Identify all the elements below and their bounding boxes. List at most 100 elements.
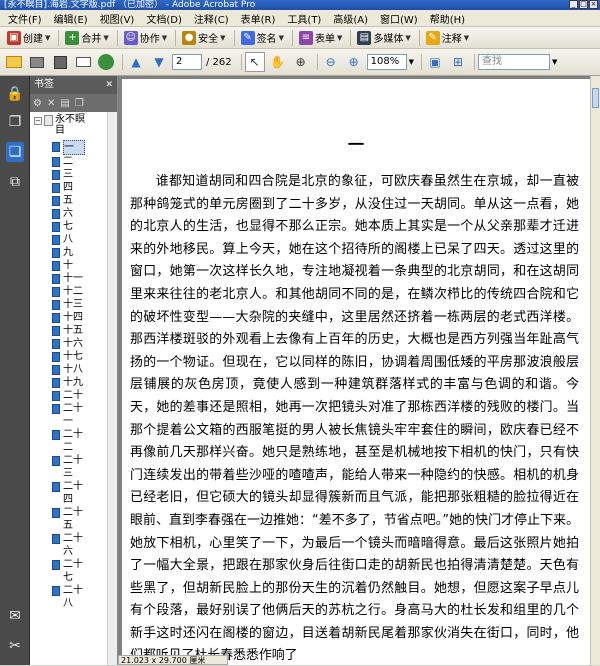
zoom-level-select[interactable]: 108%	[366, 54, 407, 70]
combine-button[interactable]: + 合并 ▼	[62, 28, 111, 48]
bookmark-item[interactable]: 十九	[30, 376, 117, 389]
save-icon[interactable]	[50, 52, 70, 72]
bookmark-item[interactable]: 二十六	[30, 532, 117, 558]
bookmark-item[interactable]: 十五	[30, 324, 117, 337]
collapse-icon[interactable]: −	[34, 117, 42, 125]
bookmark-item[interactable]: 二十五	[30, 506, 117, 532]
menu-comments[interactable]: 注释(C)	[188, 11, 235, 26]
bookmark-label: 十九	[63, 377, 83, 388]
bookmark-item[interactable]: 十八	[30, 363, 117, 376]
multimedia-button[interactable]: ▤ 多媒体 ▼	[354, 28, 413, 48]
next-page-icon[interactable]: ▼	[149, 52, 169, 72]
bookmark-label: 十七	[63, 351, 83, 362]
open-folder-icon[interactable]	[4, 52, 24, 72]
comment-button[interactable]: ✎ 注释 ▼	[423, 28, 472, 48]
bookmark-item[interactable]: 二十二	[30, 428, 117, 454]
bookmark-root[interactable]: − 永不瞑目	[30, 114, 117, 140]
bookmark-item[interactable]: 十六	[30, 337, 117, 350]
options-icon[interactable]: ⚙	[33, 98, 42, 109]
bookmarks-icon[interactable]: ❏	[6, 142, 24, 162]
select-cursor-icon[interactable]: ↖	[244, 52, 265, 72]
bookmark-item[interactable]: 十	[30, 259, 117, 272]
bookmark-item[interactable]: 八	[30, 233, 117, 246]
print-icon[interactable]	[27, 52, 47, 72]
bookmark-item[interactable]: 六	[30, 207, 117, 220]
delete-icon[interactable]: ✕	[47, 98, 55, 109]
bookmark-item[interactable]: 二十四	[30, 480, 117, 506]
new-bookmark-icon[interactable]: ▤	[60, 98, 69, 109]
bookmarks-scrollbar[interactable]	[107, 112, 117, 665]
collaborate-button[interactable]: ☺ 协作 ▼	[121, 28, 170, 48]
create-button[interactable]: ▣ 创建 ▼	[4, 28, 53, 48]
toolbar-separator	[421, 54, 423, 70]
bookmark-label: 九	[63, 247, 73, 258]
page-number-input[interactable]: 2	[172, 54, 202, 70]
bookmark-icon	[52, 274, 60, 284]
bookmark-item[interactable]: 七	[30, 220, 117, 233]
close-icon[interactable]: ✕	[105, 76, 113, 94]
scrollbar-thumb[interactable]	[592, 88, 599, 108]
previous-page-icon[interactable]: ▲	[126, 52, 146, 72]
zoom-out-icon[interactable]: ⊖	[321, 52, 341, 72]
bookmark-item[interactable]: 十三	[30, 298, 117, 311]
minimize-button[interactable]: _	[569, 0, 578, 9]
attachment-icon[interactable]: ✂	[6, 636, 24, 656]
fit-page-icon[interactable]: ▣	[425, 52, 445, 72]
bookmark-icon	[52, 534, 60, 544]
bookmark-item[interactable]: 九	[30, 246, 117, 259]
secure-button[interactable]: ● 安全 ▼	[179, 28, 228, 48]
sign-button[interactable]: ✎ 签名 ▼	[238, 28, 287, 48]
zoom-in-icon[interactable]: ⊕	[344, 52, 364, 72]
bookmark-item[interactable]: 四	[30, 181, 117, 194]
chevron-down-icon[interactable]: ▼	[409, 58, 414, 66]
menu-forms[interactable]: 表单(R)	[235, 11, 282, 26]
menu-edit[interactable]: 编辑(E)	[48, 11, 94, 26]
body-text: 谁都知道胡同和四合院是北京的象征，可欧庆春虽然生在京城，却一直被那种鸽笼式的单元…	[130, 174, 579, 664]
menu-help[interactable]: 帮助(H)	[424, 11, 471, 26]
pages-icon[interactable]: ❐	[6, 112, 24, 132]
chevron-down-icon[interactable]: ▼	[552, 58, 557, 66]
window-controls: _ □ ×	[569, 0, 598, 9]
bookmark-item[interactable]: 二十七	[30, 558, 117, 584]
bookmark-item[interactable]: 二十一	[30, 402, 117, 428]
bookmark-item[interactable]: 二十八	[30, 584, 117, 610]
bookmark-label: 十六	[63, 338, 83, 349]
menu-file[interactable]: 文件(F)	[2, 11, 48, 26]
sign-label: 签名	[256, 34, 277, 45]
bookmark-item[interactable]: 十二	[30, 285, 117, 298]
share-icon[interactable]	[96, 52, 116, 72]
bookmark-item[interactable]: 一	[30, 140, 117, 155]
fit-width-icon[interactable]: ⊞	[448, 52, 468, 72]
menu-advanced[interactable]: 高级(A)	[327, 11, 374, 26]
menu-document[interactable]: 文档(D)	[140, 11, 188, 26]
forms-button[interactable]: ≡ 表单 ▼	[296, 28, 345, 48]
marquee-zoom-icon[interactable]: ⊕	[291, 52, 311, 72]
email-icon[interactable]	[73, 52, 93, 72]
close-button[interactable]: ×	[589, 0, 598, 9]
layers-icon[interactable]: ⧉	[6, 172, 24, 192]
menu-window[interactable]: 窗口(W)	[374, 11, 424, 26]
expand-icon[interactable]: ❐	[75, 98, 84, 109]
document-scrollbar[interactable]	[590, 76, 600, 665]
menu-view[interactable]: 视图(V)	[94, 11, 141, 26]
bookmark-item[interactable]: 十七	[30, 350, 117, 363]
lock-icon[interactable]: 🔒	[6, 84, 24, 104]
bookmark-item[interactable]: 三	[30, 168, 117, 181]
chevron-down-icon: ▼	[161, 33, 168, 42]
bookmark-item[interactable]: 二十	[30, 389, 117, 402]
bookmark-item[interactable]: 二	[30, 155, 117, 168]
bookmark-item[interactable]: 十一	[30, 272, 117, 285]
menu-tools[interactable]: 工具(T)	[281, 11, 327, 26]
bookmarks-title: 书签	[34, 79, 54, 90]
hand-tool-icon[interactable]: ✋	[268, 52, 288, 72]
bookmark-item[interactable]: 二十三	[30, 454, 117, 480]
bookmark-icon	[52, 209, 60, 219]
maximize-button[interactable]: □	[579, 0, 588, 9]
combine-label: 合并	[81, 34, 102, 45]
comments-icon[interactable]: ✉	[6, 606, 24, 626]
bookmark-item[interactable]: 五	[30, 194, 117, 207]
bookmark-icon	[52, 142, 60, 152]
find-input[interactable]: 查找	[478, 54, 551, 70]
bookmark-item[interactable]: 十四	[30, 311, 117, 324]
bookmark-icon	[52, 430, 60, 440]
